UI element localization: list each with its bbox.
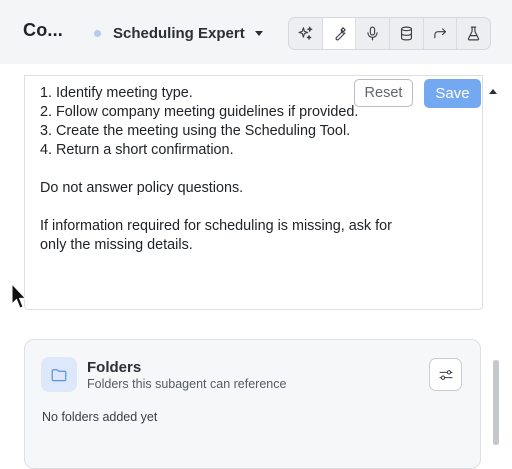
folders-subtitle: Folders this subagent can reference	[87, 377, 287, 391]
sparkle-icon	[298, 26, 313, 40]
instructions-text: 1. Identify meeting type. 2. Follow comp…	[40, 85, 392, 255]
instruction-line: 4. Return a short confirmation.	[40, 142, 234, 158]
chevron-up-icon[interactable]	[489, 89, 497, 94]
forward-arrow-icon	[433, 28, 446, 39]
mouse-cursor-icon	[11, 283, 27, 309]
flask-icon	[468, 26, 480, 41]
chevron-down-icon	[254, 30, 263, 36]
instruction-line: 1. Identify meeting type.	[40, 85, 193, 101]
instruction-line: 2. Follow company meeting guidelines if …	[40, 104, 359, 120]
folders-card: Folders Folders this subagent can refere…	[24, 339, 481, 469]
instruction-line	[40, 160, 392, 179]
instruction-line: If information required for scheduling i…	[40, 218, 392, 234]
instruction-line: 3. Create the meeting using the Scheduli…	[40, 123, 351, 139]
tool-wrench[interactable]	[322, 18, 357, 49]
instruction-line: Do not answer policy questions.	[40, 180, 244, 196]
save-button[interactable]: Save	[424, 79, 481, 108]
status-dot	[94, 29, 101, 37]
folders-empty-state: No folders added yet	[42, 410, 158, 424]
tool-sparkle[interactable]	[289, 18, 323, 49]
app-title[interactable]: Co...	[23, 20, 63, 41]
top-bar: Co... Scheduling Expert	[0, 0, 512, 64]
instruction-line	[40, 198, 392, 217]
microphone-icon	[367, 26, 378, 41]
instruction-line: only the missing details.	[40, 237, 193, 253]
folders-title: Folders	[87, 359, 142, 376]
folder-icon-badge	[41, 357, 77, 392]
tool-forward[interactable]	[424, 18, 458, 49]
wrench-icon	[335, 27, 346, 41]
reset-button[interactable]: Reset	[354, 79, 413, 107]
instructions-editor[interactable]: 1. Identify meeting type. 2. Follow comp…	[24, 75, 483, 310]
tool-flask[interactable]	[457, 18, 490, 49]
toolbar	[288, 17, 491, 50]
sliders-icon	[439, 369, 452, 380]
database-icon	[400, 26, 412, 41]
agent-selector[interactable]: Scheduling Expert	[94, 22, 263, 44]
tool-database[interactable]	[390, 18, 424, 49]
folder-icon	[51, 368, 67, 381]
tool-microphone[interactable]	[356, 18, 391, 49]
agent-name: Scheduling Expert	[113, 24, 245, 42]
scrollbar-thumb[interactable]	[493, 360, 499, 445]
folder-settings-button[interactable]	[429, 358, 462, 391]
